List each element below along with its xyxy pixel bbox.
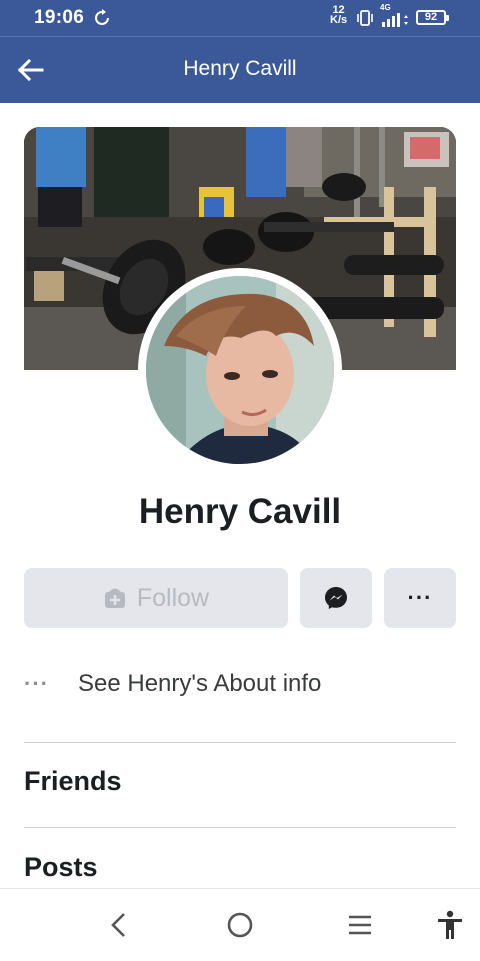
app-bar-title: Henry Cavill [183,57,297,80]
divider [24,827,456,828]
avatar[interactable] [146,276,334,464]
accessibility-icon[interactable] [434,909,466,941]
profile-photo-image [146,276,334,464]
follow-button[interactable]: Follow [24,568,288,628]
status-time: 19:06 [34,7,85,28]
more-dots-icon: ··· [24,671,49,696]
more-options-button[interactable]: ··· [384,568,456,628]
about-info-text: See Henry's About info [78,670,322,697]
home-nav-icon[interactable] [224,909,256,941]
app-bar: Henry Cavill [0,36,480,103]
vibrate-icon [357,10,373,26]
system-nav-bar [0,888,480,961]
signal-icon [382,13,408,27]
menu-nav-icon[interactable] [344,909,376,941]
add-friend-icon [104,588,125,608]
back-nav-icon[interactable] [104,909,136,941]
profile-name: Henry Cavill [138,492,342,531]
network-speed-unit: K/s [330,14,348,26]
sync-icon [95,9,109,25]
posts-section-title[interactable]: Posts [24,852,98,883]
follow-label: Follow [136,583,210,612]
messenger-icon [325,587,347,609]
message-button[interactable] [300,568,372,628]
divider [24,742,456,743]
status-bar: 19:06 12 K/s 4G 92 [0,0,480,36]
more-options-label: ··· [407,585,433,610]
network-speed: 12 K/s [330,5,348,26]
about-info-row[interactable]: ··· See Henry's About info [24,664,456,704]
network-type: 4G [380,3,391,12]
battery-indicator: 92 [416,10,449,25]
friends-section-title[interactable]: Friends [24,766,122,797]
